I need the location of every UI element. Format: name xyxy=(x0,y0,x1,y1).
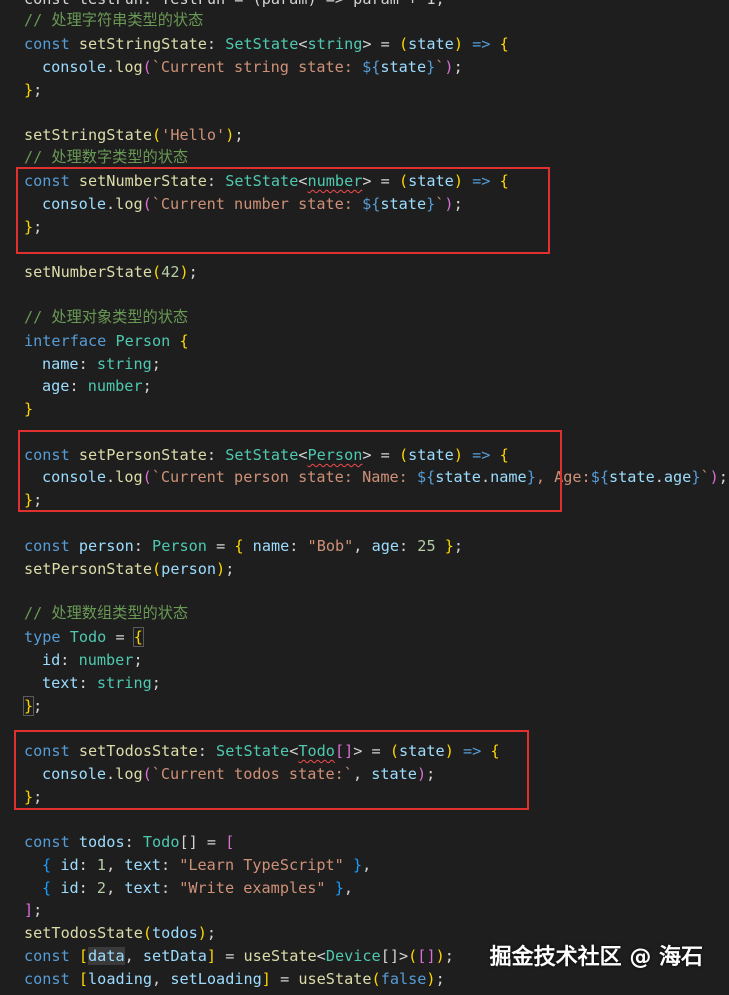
code-line: const [data, setData] = useState<Device[… xyxy=(24,947,454,965)
code-line: setNumberState(42); xyxy=(24,263,198,281)
code-line: setTodosState(todos); xyxy=(24,924,217,942)
code-line: setStringState('Hello'); xyxy=(24,126,244,144)
code-line: ]; xyxy=(24,901,43,919)
code-line: console.log(`Current number state: ${sta… xyxy=(42,195,463,213)
code-line: setPersonState(person); xyxy=(24,560,235,578)
code-line: const setNumberState: SetState<number> =… xyxy=(24,172,509,190)
code-line: }; xyxy=(24,491,43,509)
code-line: } xyxy=(24,400,34,418)
code-line: age: number; xyxy=(42,377,152,395)
code-line: const person: Person = { name: "Bob", ag… xyxy=(24,537,464,555)
code-line: interface Person { xyxy=(24,332,189,350)
code-line: { id: 1, text: "Learn TypeScript" }, xyxy=(42,856,372,874)
code-comment: // 处理数组类型的状态 xyxy=(24,604,189,622)
code-line: const todos: Todo[] = [ xyxy=(24,833,235,851)
code-line: }; xyxy=(24,81,43,99)
watermark-label: 掘金技术社区 @ 海石 xyxy=(489,945,703,970)
code-line: text: string; xyxy=(42,674,161,692)
code-line: const [loading, setLoading] = useState(f… xyxy=(24,970,445,988)
code-line: const setStringState: SetState<string> =… xyxy=(24,35,509,53)
code-line: console.log(`Current todos state:`, stat… xyxy=(42,765,436,783)
code-line: id: number; xyxy=(42,651,143,669)
code-line: }; xyxy=(24,218,43,236)
code-line: }; xyxy=(22,696,43,716)
code-line: name: string; xyxy=(42,355,161,373)
code-line: console.log(`Current string state: ${sta… xyxy=(42,58,463,76)
code-line: const setTodosState: SetState<Todo[]> = … xyxy=(24,742,500,760)
code-line: }; xyxy=(24,788,43,806)
code-comment: // 处理对象类型的状态 xyxy=(24,308,189,326)
code-line: { id: 2, text: "Write examples" }, xyxy=(42,879,354,897)
code-line: const setPersonState: SetState<Person> =… xyxy=(24,446,509,464)
code-comment: // 处理数字类型的状态 xyxy=(24,148,189,166)
code-comment: // 处理字符串类型的状态 xyxy=(24,11,204,29)
code-line: type Todo = { xyxy=(24,627,144,647)
code-line: console.log(`Current person state: Name:… xyxy=(42,468,728,486)
code-editor[interactable]: const testFun: TestFun = (param) => para… xyxy=(0,0,729,995)
